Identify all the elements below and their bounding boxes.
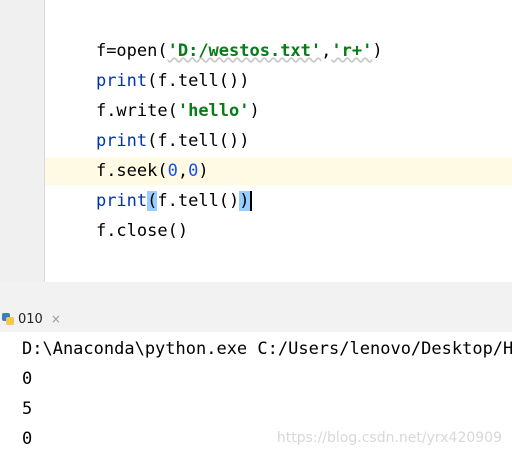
- console-output-line: 0: [22, 369, 33, 389]
- watermark: https://blog.csdn.net/yrx420909: [276, 430, 502, 446]
- code-line-2[interactable]: print(f.tell()): [55, 36, 250, 91]
- code-line-1[interactable]: f=open('D:/westos.txt','r+'): [55, 6, 383, 61]
- editor-gutter: [0, 0, 45, 282]
- code-line-7[interactable]: f.close(): [55, 186, 188, 241]
- python-icon: [2, 313, 14, 325]
- run-tab[interactable]: 010 ×: [0, 306, 61, 332]
- panel-separator[interactable]: [0, 282, 512, 307]
- run-tool-window-bar: [0, 306, 512, 333]
- code-editor[interactable]: f=open('D:/westos.txt','r+') print(f.tel…: [0, 0, 512, 282]
- console-output-line: 0: [22, 429, 33, 449]
- console-output-line: 5: [22, 399, 33, 419]
- code-line-5[interactable]: f.seek(0,0): [55, 126, 209, 181]
- close-icon[interactable]: ×: [51, 312, 61, 326]
- code-line-3[interactable]: f.write('hello'): [55, 66, 260, 121]
- code-line-6[interactable]: print(f.tell()): [55, 156, 252, 211]
- code-line-4[interactable]: print(f.tell()): [55, 96, 250, 151]
- run-tab-label: 010: [18, 311, 43, 327]
- console-command-line: D:\Anaconda\python.exe C:/Users/lenovo/D…: [22, 339, 512, 359]
- text-caret: [249, 191, 252, 211]
